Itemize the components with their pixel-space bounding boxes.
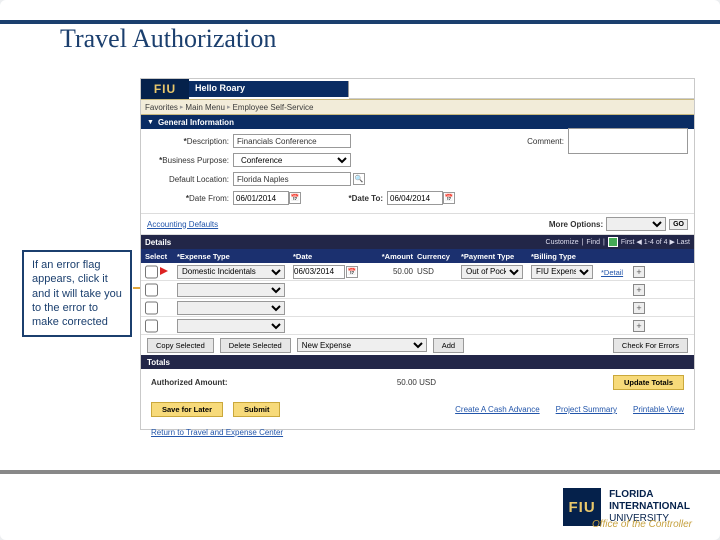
expense-type-select[interactable] — [177, 301, 285, 315]
footer-subtitle: Office of the Controller — [592, 519, 692, 530]
application-frame: FIU Hello Roary Favorites▸ Main Menu▸ Em… — [140, 78, 695, 430]
delete-selected-button[interactable]: Delete Selected — [220, 338, 291, 353]
payment-type-select[interactable]: Out of Pocket — [461, 265, 523, 279]
project-summary-link[interactable]: Project Summary — [556, 405, 617, 414]
breadcrumb: Favorites▸ Main Menu▸ Employee Self-Serv… — [141, 99, 694, 115]
row-select[interactable] — [145, 319, 158, 333]
date-from-label: Date From: — [147, 194, 233, 203]
printable-view-link[interactable]: Printable View — [633, 405, 684, 414]
comment-textarea[interactable] — [568, 128, 688, 154]
location-input[interactable]: Florida Naples — [233, 172, 351, 186]
lookup-icon[interactable]: 🔍 — [353, 173, 365, 185]
authorized-amount-value: 50.00 USD — [266, 378, 436, 387]
table-row: Domestic Incidentals 📅 50.00 USD Out of … — [141, 263, 694, 281]
description-input[interactable]: Financials Conference — [233, 134, 351, 148]
calendar-icon[interactable]: 📅 — [289, 192, 301, 204]
amount-cell: 50.00 — [367, 267, 417, 276]
more-options-label: More Options: — [549, 220, 603, 229]
check-errors-button[interactable]: Check For Errors — [613, 338, 688, 353]
go-button[interactable]: GO — [669, 219, 688, 230]
submit-button[interactable]: Submit — [233, 402, 280, 417]
collapse-icon[interactable]: ▼ — [147, 119, 154, 126]
expense-type-select[interactable] — [177, 283, 285, 297]
slide-title: Travel Authorization — [60, 24, 276, 54]
table-row: + — [141, 317, 694, 335]
instruction-callout: If an error flag appears, click it and i… — [22, 250, 132, 337]
create-cash-advance-link[interactable]: Create A Cash Advance — [455, 405, 540, 414]
accounting-defaults-link[interactable]: Accounting Defaults — [147, 220, 218, 229]
date-to-label: Date To: — [301, 194, 387, 203]
table-row: + — [141, 281, 694, 299]
add-row-button[interactable]: + — [633, 302, 645, 314]
calendar-icon[interactable]: 📅 — [346, 266, 358, 278]
row-select[interactable] — [145, 265, 158, 279]
purpose-select[interactable]: Conference — [233, 153, 351, 167]
purpose-label: Business Purpose: — [147, 156, 233, 165]
comment-label: Comment: — [514, 137, 568, 146]
add-button[interactable]: Add — [433, 338, 464, 353]
totals-header: Totals — [141, 355, 694, 369]
save-for-later-button[interactable]: Save for Later — [151, 402, 223, 417]
expense-type-select[interactable]: Domestic Incidentals — [177, 265, 285, 279]
find-link[interactable]: Find — [586, 239, 600, 246]
section-general-info: ▼ General Information — [141, 115, 694, 129]
pager[interactable]: First ◀ 1-4 of 4 ▶ Last — [621, 238, 690, 246]
expense-date-input[interactable] — [293, 265, 345, 279]
details-label: Details — [145, 238, 171, 247]
detail-link[interactable]: *Detail — [601, 268, 623, 277]
location-label: Default Location: — [147, 175, 233, 184]
copy-selected-button[interactable]: Copy Selected — [147, 338, 214, 353]
nav-employee-self-service[interactable]: Employee Self-Service — [233, 103, 314, 112]
table-row: + — [141, 299, 694, 317]
new-expense-select[interactable]: New Expense — [297, 338, 427, 352]
currency-cell: USD — [417, 267, 461, 276]
add-row-button[interactable]: + — [633, 266, 645, 278]
authorized-amount-label: Authorized Amount: — [151, 378, 266, 387]
return-link[interactable]: Return to Travel and Expense Center — [151, 428, 283, 437]
grid-icon[interactable] — [608, 237, 618, 247]
description-label: Description: — [147, 137, 233, 146]
greeting-banner: Hello Roary — [189, 81, 349, 97]
calendar-icon[interactable]: 📅 — [443, 192, 455, 204]
date-from-input[interactable] — [233, 191, 289, 205]
fiu-logo: FIU — [141, 79, 189, 99]
customize-link[interactable]: Customize — [546, 239, 579, 246]
expense-type-select[interactable] — [177, 319, 285, 333]
add-row-button[interactable]: + — [633, 284, 645, 296]
grid-header: Select *Expense Type *Date *Amount Curre… — [141, 249, 694, 263]
date-to-input[interactable] — [387, 191, 443, 205]
add-row-button[interactable]: + — [633, 320, 645, 332]
billing-type-select[interactable]: FIU Expense — [531, 265, 593, 279]
row-select[interactable] — [145, 283, 158, 297]
error-flag-icon[interactable] — [160, 267, 170, 277]
update-totals-button[interactable]: Update Totals — [613, 375, 684, 390]
more-options-select[interactable] — [606, 217, 666, 231]
nav-favorites[interactable]: Favorites — [145, 103, 178, 112]
nav-main-menu[interactable]: Main Menu — [185, 103, 225, 112]
row-select[interactable] — [145, 301, 158, 315]
